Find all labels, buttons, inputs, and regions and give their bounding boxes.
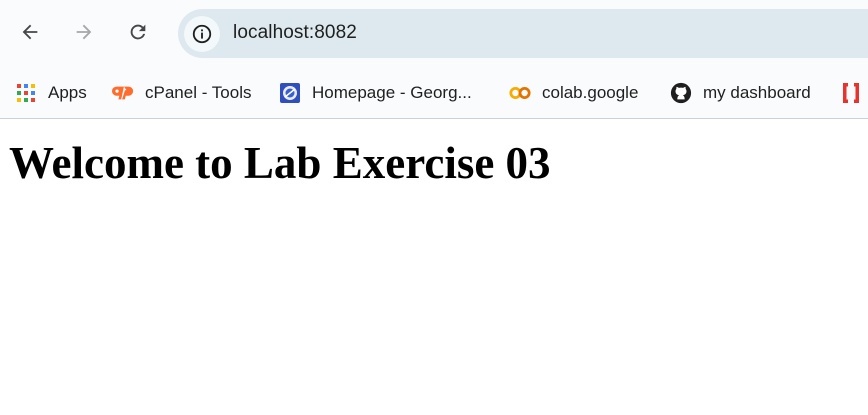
back-button[interactable]	[15, 17, 45, 47]
bookmark-colab[interactable]: colab.google	[509, 78, 638, 108]
url-text[interactable]: localhost:8082	[233, 22, 357, 44]
bookmark-my-dashboard[interactable]: my dashboard	[670, 78, 811, 108]
bracket-favicon-icon	[840, 82, 862, 104]
bookmarks-bar: Apps cPanel - Tools Homepage - Georg... …	[0, 68, 868, 119]
bookmark-label: Apps	[48, 83, 87, 102]
page-heading: Welcome to Lab Exercise 03	[9, 138, 551, 188]
bookmark-label: cPanel - Tools	[145, 83, 252, 102]
bookmark-apps[interactable]: Apps	[15, 78, 87, 108]
address-bar[interactable]: localhost:8082	[178, 9, 868, 58]
bookmark-overflow-item[interactable]	[840, 78, 868, 108]
github-icon	[670, 82, 692, 104]
bookmark-label: my dashboard	[703, 83, 811, 102]
page-content: Welcome to Lab Exercise 03	[0, 119, 868, 415]
cpanel-icon	[112, 82, 134, 104]
browser-window: localhost:8082 Apps cPanel - Tools Homep…	[0, 0, 868, 415]
reload-icon	[130, 24, 146, 40]
info-icon	[192, 24, 212, 44]
bookmark-label: colab.google	[542, 83, 639, 102]
site-info-button[interactable]	[184, 16, 220, 52]
bookmark-cpanel[interactable]: cPanel - Tools	[112, 78, 251, 108]
forward-button[interactable]	[69, 17, 99, 47]
arrow-left-icon	[22, 24, 38, 40]
colab-icon	[509, 82, 531, 104]
reload-button[interactable]	[123, 17, 153, 47]
homepage-favicon-icon	[279, 82, 301, 104]
arrow-right-icon	[76, 24, 92, 40]
bookmark-homepage[interactable]: Homepage - Georg...	[279, 78, 472, 108]
apps-grid-icon	[15, 82, 37, 104]
browser-toolbar: localhost:8082	[0, 0, 868, 68]
bookmark-label: Homepage - Georg...	[312, 83, 472, 102]
